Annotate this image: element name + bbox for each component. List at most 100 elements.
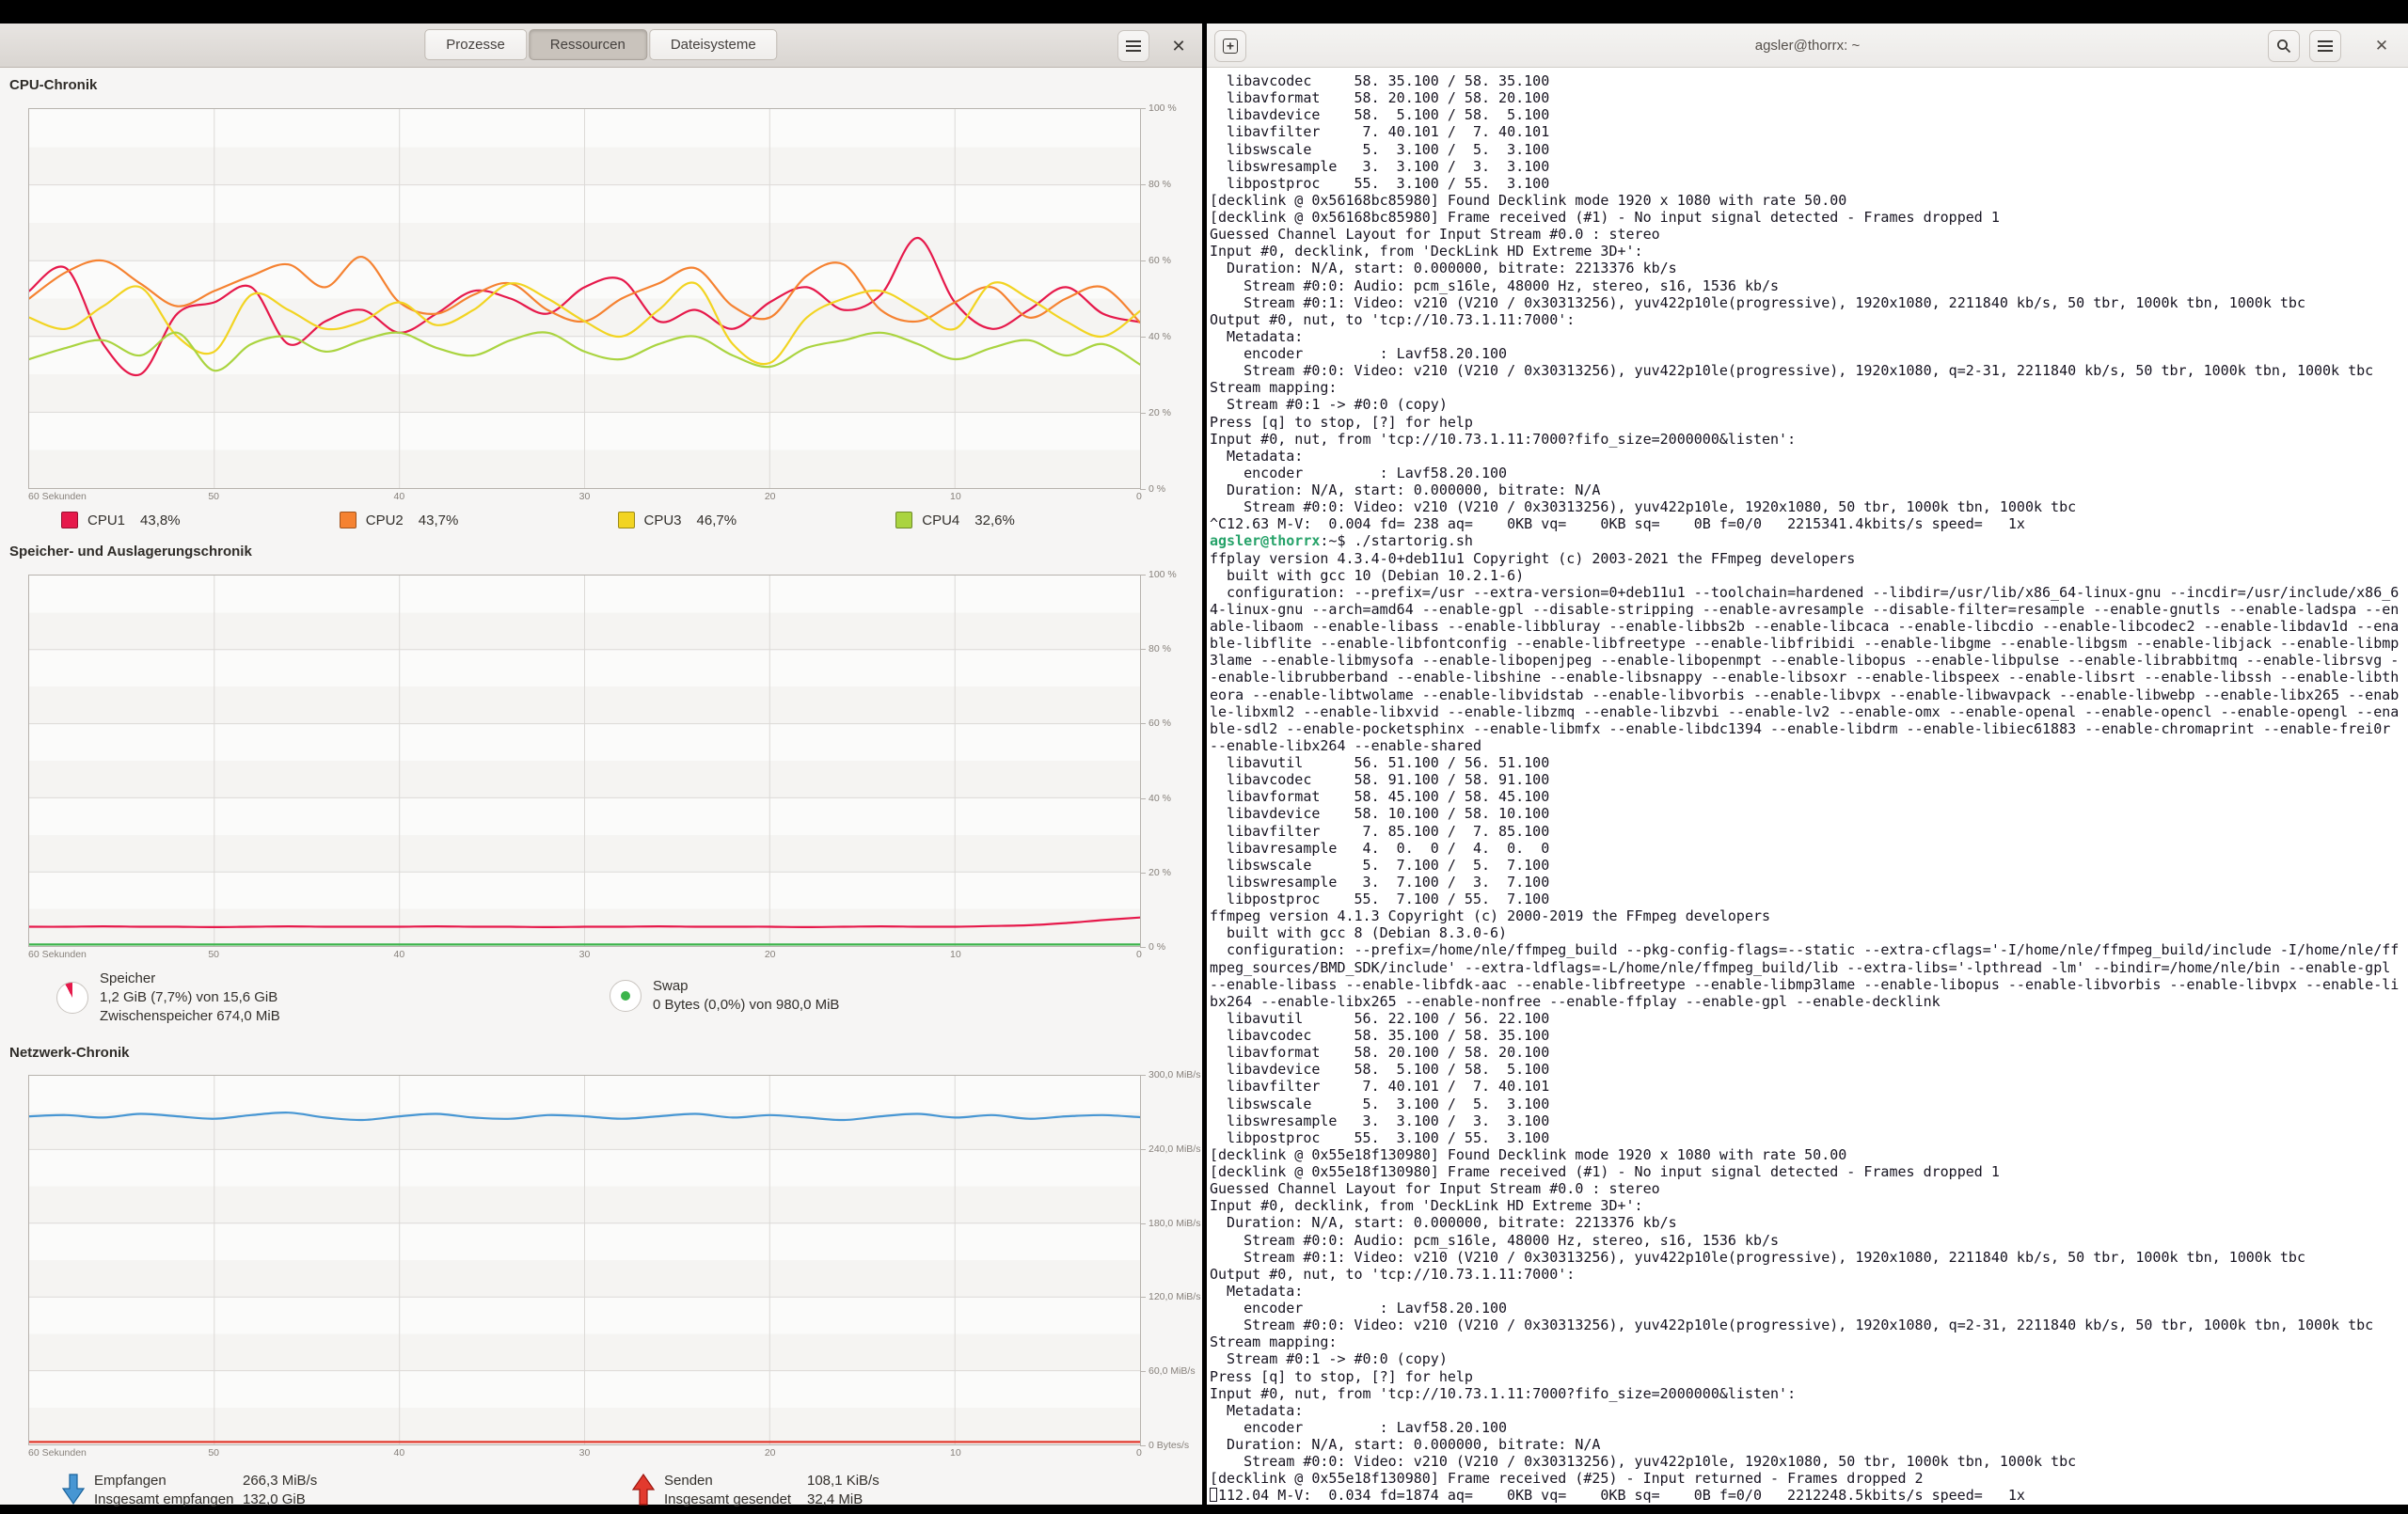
x-tick-label: 0 xyxy=(1136,491,1142,502)
x-tick-label: 40 xyxy=(393,949,404,960)
x-tick-label: 60 Sekunden xyxy=(28,491,87,502)
terminal-line: libavdevice 58. 10.100 / 58. 10.100 xyxy=(1210,805,2408,822)
terminal-line: Stream #0:1: Video: v210 (V210 / 0x30313… xyxy=(1210,294,2408,311)
terminal-line: ffplay version 4.3.4-0+deb11u1 Copyright… xyxy=(1210,550,2408,567)
terminal-line: Stream #0:0: Video: v210 (V210 / 0x30313… xyxy=(1210,1453,2408,1470)
terminal-line: Output #0, nut, to 'tcp://10.73.1.11:700… xyxy=(1210,1266,2408,1283)
new-tab-button[interactable] xyxy=(1214,30,1246,62)
y-tick-label: 20 % xyxy=(1149,867,1171,878)
terminal-cursor xyxy=(1210,1488,1217,1502)
y-tick-label: 100 % xyxy=(1149,569,1177,580)
cpu4-color-swatch[interactable] xyxy=(895,512,912,528)
terminal-line: libswresample 3. 7.100 / 3. 7.100 xyxy=(1210,874,2408,891)
download-arrow-icon xyxy=(62,1474,85,1506)
tab-ressourcen[interactable]: Ressourcen xyxy=(529,29,647,60)
terminal-line: encoder : Lavf58.20.100 xyxy=(1210,1300,2408,1317)
search-button[interactable] xyxy=(2268,30,2300,62)
terminal-line: libavfilter 7. 40.101 / 7. 40.101 xyxy=(1210,123,2408,140)
cpu1-legend-item: CPU1 43,8% xyxy=(28,512,307,528)
terminal-line: Duration: N/A, start: 0.000000, bitrate:… xyxy=(1210,260,2408,276)
cpu2-color-swatch[interactable] xyxy=(340,512,356,528)
tab-prozesse[interactable]: Prozesse xyxy=(424,29,527,60)
terminal-body[interactable]: libavcodec 58. 35.100 / 58. 35.100 libav… xyxy=(1207,68,2408,1504)
terminal-menu-button[interactable] xyxy=(2309,30,2341,62)
memory-legend-item: Speicher 1,2 GiB (7,7%) von 15,6 GiB Zwi… xyxy=(56,970,280,1026)
x-tick-label: 40 xyxy=(393,1447,404,1459)
network-legend: Empfangen 266,3 MiB/s Insgesamt empfange… xyxy=(0,1472,1202,1514)
terminal-line: libavutil 56. 51.100 / 56. 51.100 xyxy=(1210,754,2408,771)
resources-view: CPU-Chronik 100 %80 %60 %40 %20 %0 % 60 … xyxy=(0,77,1202,1514)
swap-legend-item: Swap 0 Bytes (0,0%) von 980,0 MiB xyxy=(610,977,839,1015)
terminal-window: agsler@thorrx: ~ ✕ libavcodec 58. 35.100… xyxy=(1207,24,2408,1505)
y-tick-label: 80 % xyxy=(1149,643,1171,654)
x-tick-label: 20 xyxy=(765,491,776,502)
y-tick-label: 0 Bytes/s xyxy=(1149,1440,1189,1451)
cpu3-color-swatch[interactable] xyxy=(618,512,635,528)
terminal-line: configuration: --prefix=/usr --extra-ver… xyxy=(1210,584,2408,601)
terminal-line: libpostproc 55. 3.100 / 55. 3.100 xyxy=(1210,175,2408,192)
send-label: Senden xyxy=(664,1472,807,1490)
cpu4-legend-item: CPU4 32,6% xyxy=(863,512,1141,528)
terminal-line: Press [q] to stop, [?] for help xyxy=(1210,414,2408,431)
cpu3-label: CPU3 xyxy=(644,513,682,528)
terminal-close-button[interactable]: ✕ xyxy=(2366,30,2398,62)
close-icon: ✕ xyxy=(1171,37,1185,56)
terminal-line: bx264 --enable-libx265 --enable-nonfree … xyxy=(1210,993,2408,1010)
terminal-line: Stream #0:1 -> #0:0 (copy) xyxy=(1210,1350,2408,1367)
x-tick-label: 30 xyxy=(579,1447,591,1459)
terminal-line: Stream #0:0: Audio: pcm_s16le, 48000 Hz,… xyxy=(1210,277,2408,294)
memory-pie-icon[interactable] xyxy=(56,982,88,1014)
terminal-line: libavformat 58. 45.100 / 58. 45.100 xyxy=(1210,788,2408,805)
terminal-line: agsler@thorrx:~$ ./startorig.sh xyxy=(1210,532,2408,549)
memory-chart xyxy=(28,575,1141,947)
x-tick-label: 20 xyxy=(765,949,776,960)
terminal-output: libavcodec 58. 35.100 / 58. 35.100 libav… xyxy=(1210,72,2408,1504)
terminal-line: --enable-libx264 --enable-shared xyxy=(1210,737,2408,754)
tab-dateisysteme[interactable]: Dateisysteme xyxy=(649,29,778,60)
x-tick-label: 30 xyxy=(579,491,591,502)
y-tick-label: 0 % xyxy=(1149,483,1165,495)
terminal-line: le-libxml2 --enable-libxvid --enable-lib… xyxy=(1210,703,2408,720)
x-tick-label: 0 xyxy=(1136,949,1142,960)
y-tick-label: 180,0 MiB/s xyxy=(1149,1218,1200,1229)
x-tick-label: 10 xyxy=(950,491,961,502)
terminal-line: Guessed Channel Layout for Input Stream … xyxy=(1210,1180,2408,1197)
x-tick-label: 50 xyxy=(208,491,219,502)
cpu1-color-swatch[interactable] xyxy=(61,512,78,528)
terminal-line: libswresample 3. 3.100 / 3. 3.100 xyxy=(1210,1112,2408,1129)
terminal-line: Stream mapping: xyxy=(1210,1333,2408,1350)
menu-button[interactable] xyxy=(1117,30,1149,62)
terminal-line: Stream #0:0: Video: v210 (V210 / 0x30313… xyxy=(1210,498,2408,515)
terminal-line: libavutil 56. 22.100 / 56. 22.100 xyxy=(1210,1010,2408,1027)
swap-label: Swap xyxy=(653,977,839,996)
terminal-line: eora --enable-libtwolame --enable-libvid… xyxy=(1210,686,2408,703)
system-monitor-headerbar: Prozesse Ressourcen Dateisysteme ✕ xyxy=(0,24,1202,68)
y-tick-label: 100 % xyxy=(1149,103,1177,114)
cpu2-value: 43,7% xyxy=(419,513,459,528)
terminal-line: 3lame --enable-libmysofa --enable-libope… xyxy=(1210,652,2408,669)
terminal-line: libavcodec 58. 35.100 / 58. 35.100 xyxy=(1210,1027,2408,1044)
terminal-line: libswresample 3. 3.100 / 3. 3.100 xyxy=(1210,158,2408,175)
cpu-legend: CPU1 43,8% CPU2 43,7% CPU3 46,7% CPU4 32… xyxy=(28,506,1141,534)
receive-total: 132,0 GiB xyxy=(243,1490,306,1509)
memory-x-axis-labels: 60 Sekunden50403020100 xyxy=(28,947,1141,964)
cpu3-legend-item: CPU3 46,7% xyxy=(585,512,863,528)
hamburger-icon xyxy=(1126,40,1141,52)
y-tick-label: 60 % xyxy=(1149,718,1171,729)
memory-section-title: Speicher- und Auslagerungschronik xyxy=(9,544,1202,560)
terminal-line: libavcodec 58. 91.100 / 58. 91.100 xyxy=(1210,771,2408,788)
close-window-button[interactable]: ✕ xyxy=(1163,30,1195,62)
terminal-line: libswscale 5. 7.100 / 5. 7.100 xyxy=(1210,857,2408,874)
terminal-line: encoder : Lavf58.20.100 xyxy=(1210,465,2408,481)
terminal-line: Metadata: xyxy=(1210,1402,2408,1419)
terminal-line: Press [q] to stop, [?] for help xyxy=(1210,1368,2408,1385)
shell-prompt: agsler@thorrx xyxy=(1210,532,1320,549)
x-tick-label: 60 Sekunden xyxy=(28,1447,87,1459)
cpu4-value: 32,6% xyxy=(974,513,1015,528)
swap-pie-icon[interactable] xyxy=(610,980,642,1012)
terminal-line: Guessed Channel Layout for Input Stream … xyxy=(1210,226,2408,243)
x-tick-label: 50 xyxy=(208,1447,219,1459)
terminal-line: libavcodec 58. 35.100 / 58. 35.100 xyxy=(1210,72,2408,89)
terminal-line: [decklink @ 0x55e18f130980] Frame receiv… xyxy=(1210,1470,2408,1487)
terminal-line: Input #0, nut, from 'tcp://10.73.1.11:70… xyxy=(1210,431,2408,448)
